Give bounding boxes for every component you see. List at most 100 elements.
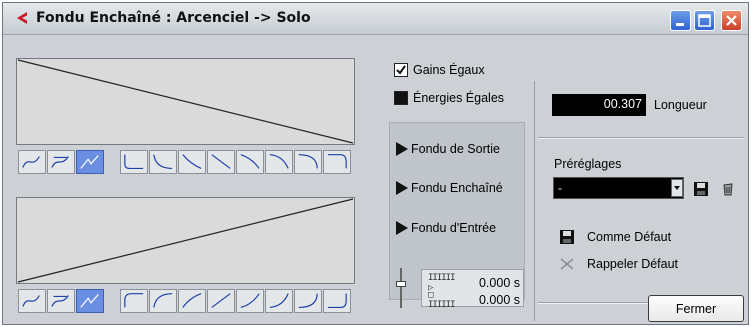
fade-out-preset-shape-button[interactable] [294,150,322,174]
title-bar[interactable]: Fondu Enchaîné : Arcenciel -> Solo [3,3,748,35]
presets-label: Préréglages [554,157,622,171]
fade-out-preset-shape-button[interactable] [236,150,264,174]
equal-gain-checkbox[interactable] [394,63,408,77]
curve-shape-icon [153,293,173,308]
presets-dropdown-arrow[interactable] [671,179,683,197]
recall-cross-icon [560,258,574,270]
curve-shape-icon [124,293,144,308]
fade-in-curve-type-button[interactable] [47,289,75,313]
fade-in-preset-shape-button[interactable] [323,289,351,313]
fade-in-preset-shape-button[interactable] [149,289,177,313]
fade-in-preset-shape-button[interactable] [294,289,322,313]
chevron-down-icon [674,186,680,190]
fade-in-curve-display[interactable] [16,197,355,284]
length-label: Longueur [654,98,707,112]
equal-power-option[interactable]: Énergies Égales [394,90,504,106]
curve-shape-icon [182,293,202,308]
maximize-icon [698,14,711,27]
fade-in-curve-type-button[interactable] [18,289,46,313]
spline-curve-icon [22,295,40,307]
fade-in-preset-shape-button[interactable] [178,289,206,313]
play-icon [396,221,408,235]
post-roll-icon: □ IIIIII [428,290,456,310]
store-as-default-button[interactable]: Comme Défaut [559,229,671,245]
curve-shape-icon [240,154,260,169]
close-button[interactable]: Fermer [648,295,744,322]
length-field[interactable]: 00.307 [552,94,646,116]
fade-out-preset-shape-button[interactable] [265,150,293,174]
recall-default-label: Rappeler Défaut [587,257,679,271]
floppy-disk-icon[interactable] [693,181,709,197]
fade-in-preset-shape-button[interactable] [207,289,235,313]
fade-in-preset-shape-button[interactable] [120,289,148,313]
presets-dropdown[interactable]: - [553,177,684,199]
curve-shape-icon [124,154,144,170]
play-fade-out-label: Fondu de Sortie [411,142,500,156]
fade-in-preset-shape-button[interactable] [265,289,293,313]
linear-curve-icon [80,155,99,169]
fade-out-preset-shape-button[interactable] [178,150,206,174]
post-roll-row[interactable]: □ IIIIII 0.000 s [428,290,520,310]
trash-icon[interactable] [720,181,736,197]
curve-shape-icon [269,293,289,309]
pre-post-roll-box: IIIIII ▷ 0.000 s □ IIIIII 0.000 s [421,269,524,310]
play-fade-in-label: Fondu d'Entrée [411,221,497,235]
fade-out-preset-shape-button[interactable] [207,150,235,174]
minimize-button[interactable] [670,10,691,31]
fade-in-preset-shape-button[interactable] [236,289,264,313]
fade-out-curve-line [17,59,354,144]
play-icon [396,181,408,195]
curve-shape-icon [211,293,231,308]
fade-out-preset-shape-button[interactable] [323,150,351,174]
equal-power-label: Énergies Égales [413,91,505,105]
maximize-button[interactable] [694,10,715,31]
curve-shape-icon [298,154,318,169]
curve-shape-icon [240,293,260,308]
play-crossfade-button[interactable]: Fondu Enchaîné [396,181,503,195]
fade-out-curve-type-button[interactable] [76,150,104,174]
damped-spline-curve-icon [51,295,69,307]
play-icon [396,142,408,156]
crossfade-dialog: Fondu Enchaîné : Arcenciel -> Solo Gains… [2,2,749,325]
store-as-default-label: Comme Défaut [587,230,672,244]
fade-out-curve-type-button[interactable] [18,150,46,174]
linear-curve-icon [80,294,99,308]
minimize-icon [676,23,684,26]
fade-out-curve-type-button[interactable] [47,150,75,174]
curve-shape-icon [182,154,202,169]
curve-shape-icon [327,293,347,309]
pre-roll-value[interactable]: 0.000 s [460,276,520,290]
equal-power-checkbox[interactable] [394,91,408,105]
damped-spline-curve-icon [51,156,69,168]
fade-out-preset-shape-button[interactable] [149,150,177,174]
spline-curve-icon [22,156,40,168]
audition-volume-knob[interactable] [396,281,406,287]
audition-panel: Fondu de Sortie Fondu Enchaîné Fondu d'E… [389,122,525,310]
fade-out-preset-shape-button[interactable] [120,150,148,174]
play-fade-out-button[interactable]: Fondu de Sortie [396,142,500,156]
section-divider [534,81,535,321]
curve-shape-icon [269,154,289,169]
divider-highlight [538,138,744,139]
equal-gain-label: Gains Égaux [413,63,485,77]
play-crossfade-label: Fondu Enchaîné [411,181,503,195]
close-icon [726,15,737,26]
recall-default-button[interactable]: Rappeler Défaut [559,256,678,272]
curve-shape-icon [327,154,347,169]
equal-gain-option[interactable]: Gains Égaux [394,62,485,78]
curve-shape-icon [211,154,231,169]
cubase-logo-icon [17,12,27,24]
play-fade-in-button[interactable]: Fondu d'Entrée [396,221,496,235]
fade-in-curve-type-button[interactable] [76,289,104,313]
fade-out-curve-display[interactable] [16,58,355,145]
fade-in-curve-line [17,198,354,283]
post-roll-value[interactable]: 0.000 s [460,293,520,307]
audition-volume-track[interactable] [400,268,402,308]
curve-shape-icon [153,154,173,170]
dialog-body: Gains Égaux Énergies Égales Fondu de Sor… [3,36,748,324]
curve-shape-icon [298,293,318,309]
checkmark-icon [396,65,406,75]
floppy-disk-icon [560,230,574,244]
close-window-button[interactable] [721,10,742,31]
window-title: Fondu Enchaîné : Arcenciel -> Solo [36,10,311,26]
